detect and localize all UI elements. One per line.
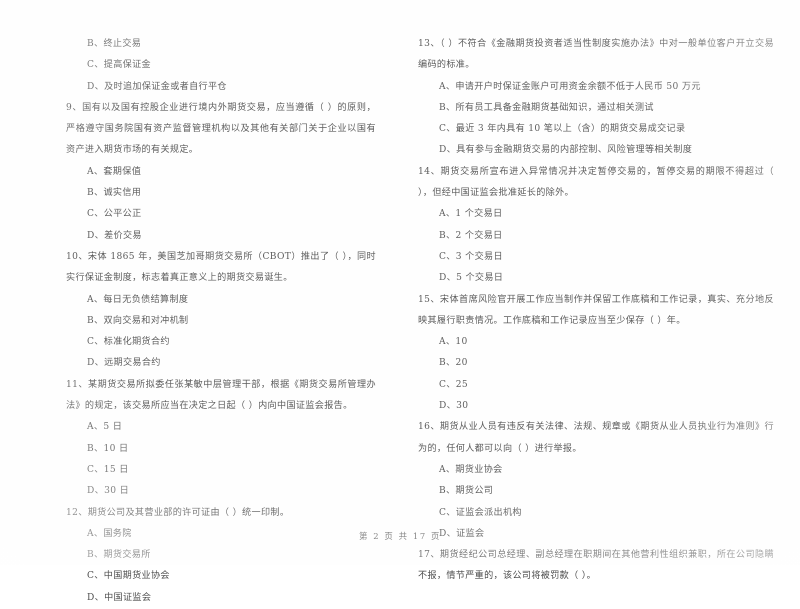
option-item: A、10 [439, 337, 468, 348]
option-item: A、套期保值 [87, 166, 142, 177]
option-item: B、双向交易和对冲机制 [87, 315, 189, 326]
option-item: A、每日无负债结算制度 [87, 294, 189, 305]
question-13: 13、（ ）不符合《金融期货投资者适当性制度实施办法》中对一般单位客户开立交易编… [418, 34, 774, 162]
option-item: C、15 日 [87, 464, 129, 475]
option-item: D、5 个交易日 [439, 273, 504, 284]
option-item: D、差价交易 [87, 230, 142, 241]
option-item: D、及时追加保证金或者自行平仓 [87, 81, 227, 92]
option-item: B、期货交易所 [87, 550, 151, 561]
question-11: 11、某期货交易所拟委任张某敏中层管理干部，根据《期货交易所管理办法》的规定，该… [66, 375, 376, 503]
page-footer: 第 2 页 共 17 页 [359, 531, 441, 541]
option-item: D、中国证监会 [87, 592, 152, 603]
option-item: D、30 [439, 401, 469, 412]
question-12: 12、期货公司及其营业部的许可证由（ ）统一印制。 A、国务院 B、期货交易所 … [66, 503, 376, 609]
question-stem: 17、期货经纪公司总经理、副总经理在职期间在其他营利性组织兼职，所在公司隐瞒不报… [418, 550, 774, 582]
option-item: C、公平公正 [87, 209, 142, 220]
option-item: B、期货公司 [439, 486, 494, 497]
option-item: C、25 [439, 379, 469, 390]
option-item: C、标准化期货合约 [87, 337, 170, 348]
option-item: B、20 [439, 358, 468, 369]
option-item: C、证监会派出机构 [439, 507, 522, 518]
question-9: 9、国有以及国有控股企业进行境内外期货交易，应当遵循（ ）的原则，严格遵守国务院… [66, 98, 376, 247]
option-item: A、期货业协会 [439, 464, 503, 475]
option-item: A、1 个交易日 [439, 209, 503, 220]
question-15: 15、宋体首席风险官开展工作应当制作并保留工作底稿和工作记录，真实、充分地反映其… [418, 290, 774, 418]
option-item: A、5 日 [87, 422, 123, 433]
question-stem: 16、期货从业人员有违反有关法律、法规、规章或《期货从业人员执业行为准则》行为的… [418, 422, 774, 454]
option-item: B、诚实信用 [87, 188, 142, 199]
option-item: C、中国期货业协会 [87, 571, 170, 582]
question-stem: 14、期货交易所宣布进入异常情况并决定暂停交易的，暂停交易的期限不得超过（ ），… [418, 166, 774, 199]
option-item: B、2 个交易日 [439, 230, 503, 241]
option-item: B、10 日 [87, 443, 129, 454]
option-item: D、30 日 [87, 486, 130, 497]
question-stem: 12、期货公司及其营业部的许可证由（ ）统一印制。 [66, 507, 290, 518]
right-column: 13、（ ）不符合《金融期货投资者适当性制度实施办法》中对一般单位客户开立交易编… [400, 34, 800, 609]
option-item: C、最近 3 年内具有 10 笔以上（含）的期货交易成交记录 [439, 124, 686, 135]
option-item: B、终止交易 [87, 39, 142, 49]
option-item: C、提高保证金 [87, 60, 151, 71]
left-column: B、终止交易 C、提高保证金 D、及时追加保证金或者自行平仓 9、国有以及国有控… [0, 34, 400, 609]
question-stem: 10、宋体 1865 年，美国芝加哥期货交易所（CBOT）推出了（ ），同时实行… [66, 251, 376, 284]
question-17: 17、期货经纪公司总经理、副总经理在职期间在其他营利性组织兼职，所在公司隐瞒不报… [418, 545, 774, 588]
document-page: B、终止交易 C、提高保证金 D、及时追加保证金或者自行平仓 9、国有以及国有控… [0, 0, 800, 603]
option-item: D、具有参与金融期货交易的内部控制、风险管理等相关制度 [439, 145, 693, 156]
question-stem: 9、国有以及国有控股企业进行境内外期货交易，应当遵循（ ）的原则，严格遵守国务院… [66, 102, 376, 156]
orphan-options-group: B、终止交易 C、提高保证金 D、及时追加保证金或者自行平仓 [66, 34, 376, 98]
question-stem: 11、某期货交易所拟委任张某敏中层管理干部，根据《期货交易所管理办法》的规定，该… [66, 379, 376, 412]
option-item: A、申请开户时保证金账户可用资金余额不低于人民币 50 万元 [439, 81, 701, 92]
option-item: D、远期交易合约 [87, 358, 161, 369]
question-stem: 15、宋体首席风险官开展工作应当制作并保留工作底稿和工作记录，真实、充分地反映其… [418, 294, 774, 326]
question-10: 10、宋体 1865 年，美国芝加哥期货交易所（CBOT）推出了（ ），同时实行… [66, 247, 376, 375]
question-16: 16、期货从业人员有违反有关法律、法规、规章或《期货从业人员执业行为准则》行为的… [418, 417, 774, 545]
option-item: B、所有员工具备金融期货基础知识，通过相关测试 [439, 102, 654, 113]
option-item: C、3 个交易日 [439, 251, 503, 262]
question-14: 14、期货交易所宣布进入异常情况并决定暂停交易的，暂停交易的期限不得超过（ ），… [418, 162, 774, 290]
question-stem: 13、（ ）不符合《金融期货投资者适当性制度实施办法》中对一般单位客户开立交易编… [418, 39, 774, 71]
two-column-layout: B、终止交易 C、提高保证金 D、及时追加保证金或者自行平仓 9、国有以及国有控… [0, 34, 800, 609]
